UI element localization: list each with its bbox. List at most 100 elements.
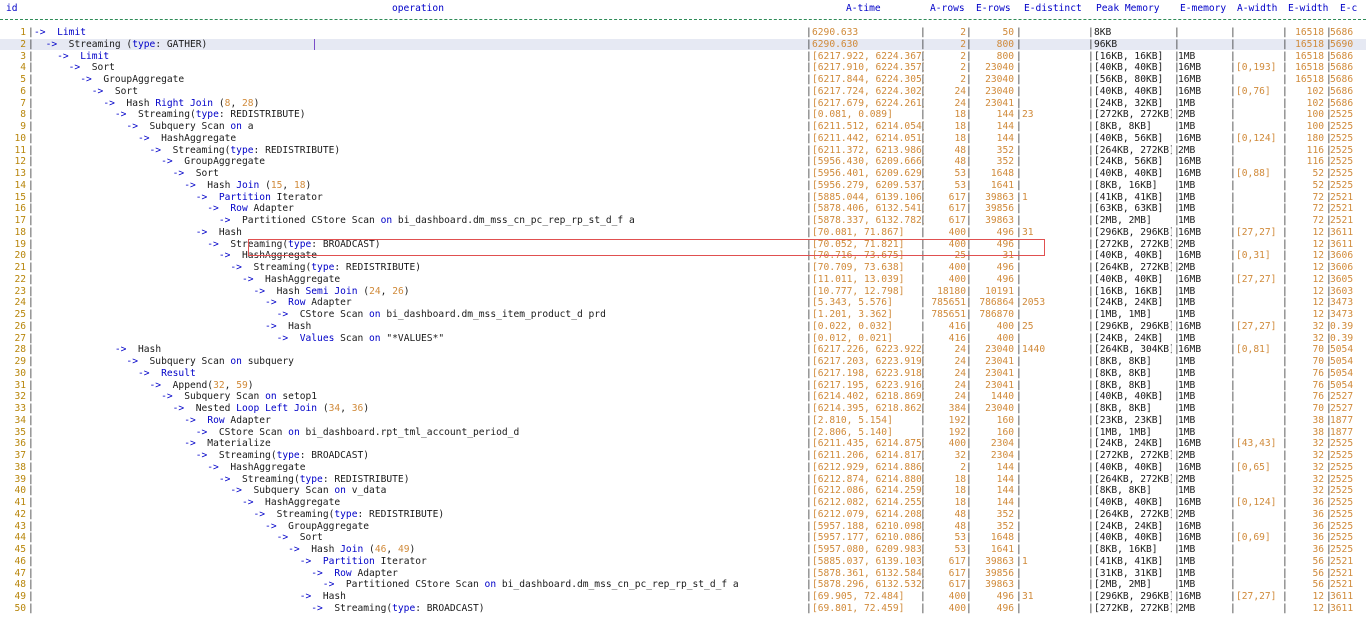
cell-a-time: [5956.430, 6209.666] (812, 156, 924, 168)
column-header-e-memory[interactable]: E-memory (1180, 3, 1232, 15)
cell-a-time: [0.081, 0.089] (812, 109, 893, 121)
column-separator: | (1326, 555, 1332, 567)
column-separator: | (1326, 591, 1332, 602)
table-row[interactable]: 22 -> HashAggregate [11.011, 13.039] 400 49… (0, 274, 1366, 286)
table-row[interactable]: 42 -> Streaming(type: REDISTRIBUTE) [6212… (0, 509, 1366, 521)
table-row[interactable]: 12 -> GroupAggregate [5956.430, 6209.666]… (0, 156, 1366, 168)
table-row[interactable]: 30 -> Result [6217.198, 6223.918] 24 23041 [… (0, 368, 1366, 380)
cell-operation: -> Append(32, 59) (149, 379, 254, 391)
table-row[interactable]: 18 -> Hash [70.081, 71.867] 400 496 31 [296KB… (0, 227, 1366, 239)
table-row[interactable]: 15 -> Partition Iterator [5885.044, 6139.… (0, 192, 1366, 204)
table-row[interactable]: 5 -> GroupAggregate [6217.844, 6224.305] 2… (0, 74, 1366, 86)
table-row[interactable]: 7 -> Hash Right Join (8, 28) [6217.679, 6… (0, 98, 1366, 110)
table-row[interactable]: 37 -> Streaming(type: BROADCAST) [6211.20… (0, 450, 1366, 462)
table-row[interactable]: 8 -> Streaming(type: REDISTRIBUTE) [0.081… (0, 109, 1366, 121)
table-row[interactable]: 23 -> Hash Semi Join (24, 26) [10.777, 12… (0, 286, 1366, 298)
table-row[interactable]: 10 -> HashAggregate [6211.442, 6214.051] 1… (0, 133, 1366, 145)
table-row[interactable]: 49 -> Hash [69.905, 72.484] 400 496 31 [296KB… (0, 591, 1366, 603)
column-header-e-width[interactable]: E-width (1288, 3, 1330, 15)
table-row[interactable]: 2 -> Streaming (type: GATHER) 6290.630 2 80… (0, 38, 1366, 51)
column-header-a-width[interactable]: A-width (1237, 3, 1283, 15)
cell-id: 37 (14, 450, 26, 461)
table-row[interactable]: 48 -> Partitioned CStore Scan on bi_dash… (0, 579, 1366, 591)
cell-peak-memory: [296KB, 296KB] (1094, 591, 1172, 602)
table-row[interactable]: 46 -> Partition Iterator [5885.037, 6139.… (0, 556, 1366, 568)
table-row[interactable]: 45 -> Hash Join (46, 49) [5957.080, 6209.… (0, 544, 1366, 556)
column-header-id[interactable]: id (6, 3, 30, 15)
column-header-e-distinct[interactable]: E-distinct (1024, 3, 1084, 15)
column-separator: | (920, 473, 926, 485)
table-row[interactable]: 43 -> GroupAggregate [5957.188, 6210.098]… (0, 521, 1366, 533)
cell-id: 27 (14, 332, 26, 344)
table-row[interactable]: 21 -> Streaming(type: REDISTRIBUTE) [70.7… (0, 262, 1366, 274)
table-row[interactable]: 11 -> Streaming(type: REDISTRIBUTE) [6211… (0, 145, 1366, 157)
column-separator: | (920, 62, 926, 74)
table-row[interactable]: 25 -> CStore Scan on bi_dashboard.dm_mss… (0, 309, 1366, 321)
table-row[interactable]: 16 -> Row Adapter [5878.406, 6132.541] 617… (0, 203, 1366, 215)
column-header-peak-memory[interactable]: Peak Memory (1096, 3, 1172, 15)
column-separator: | (1174, 379, 1180, 391)
table-row[interactable]: 36 -> Materialize [6211.435, 6214.875] 400… (0, 438, 1366, 450)
table-row[interactable]: 17 -> Partitioned CStore Scan on bi_dash… (0, 215, 1366, 227)
cell-operation: -> Sort (91, 85, 138, 97)
column-separator: | (920, 156, 926, 168)
table-row[interactable]: 28 -> Hash [6217.226, 6223.922] 24 23040 144… (0, 344, 1366, 356)
table-row[interactable]: 20 -> HashAggregate [70.716, 73.675] 25 31 [… (0, 250, 1366, 262)
cell-id: 42 (14, 508, 26, 520)
column-separator: | (1326, 532, 1332, 544)
table-row[interactable]: 34 -> Row Adapter [2.810, 5.154] 192 160 [23… (0, 415, 1366, 427)
column-separator: | (1016, 508, 1022, 520)
table-row[interactable]: 4 -> Sort [6217.910, 6224.357] 2 23040 [40KB… (0, 62, 1366, 74)
table-row[interactable]: 40 -> Subquery Scan on v_data [6212.086, … (0, 485, 1366, 497)
cell-e-distinct (1022, 286, 1088, 298)
table-row[interactable]: 35 -> CStore Scan on bi_dashboard.rpt_tm… (0, 427, 1366, 439)
column-separator: | (1088, 215, 1094, 226)
cell-a-time: [11.011, 13.039] (812, 273, 905, 285)
cell-a-time: [6217.198, 6223.918] (812, 367, 924, 379)
column-header-e-rows[interactable]: E-rows (976, 3, 1016, 15)
table-row[interactable]: 3 -> Limit [6217.922, 6224.367] 2 800 [16KB,… (0, 51, 1366, 63)
table-row[interactable]: 26 -> Hash [0.022, 0.032] 416 400 25 [296KB, … (0, 321, 1366, 333)
cell-e-rows: 1440 (990, 391, 1014, 403)
column-header-a-time[interactable]: A-time (846, 3, 906, 15)
cell-a-rows: 18180 (937, 285, 966, 297)
cell-a-width: [0,69] (1236, 532, 1271, 544)
column-separator: | (1174, 426, 1180, 438)
table-row[interactable]: 32 -> Subquery Scan on setop1 [6214.402, … (0, 391, 1366, 403)
table-row[interactable]: 39 -> Streaming(type: REDISTRIBUTE) [6212… (0, 474, 1366, 486)
cell-e-memory: 16MB (1178, 461, 1202, 473)
table-row[interactable]: 50 -> Streaming(type: BROADCAST) [69.801,… (0, 603, 1366, 615)
table-row[interactable]: 14 -> Hash Join (15, 18) [5956.279, 6209.… (0, 180, 1366, 192)
column-separator: | (1088, 62, 1094, 74)
cell-a-rows: 53 (954, 532, 966, 544)
table-row[interactable]: 9 -> Subquery Scan on a [6211.512, 6214.0… (0, 121, 1366, 133)
table-row[interactable]: 44 -> Sort [5957.177, 6210.086] 53 1648 [40K… (0, 532, 1366, 544)
cell-e-rows: 352 (996, 520, 1014, 532)
table-row[interactable]: 27 -> Values Scan on "*VALUES*" [0.012, 0… (0, 333, 1366, 345)
table-row[interactable]: 47 -> Row Adapter [5878.361, 6132.584] 617… (0, 568, 1366, 580)
cell-id: 17 (14, 215, 26, 226)
cell-e-rows: 352 (996, 508, 1014, 520)
table-row[interactable]: 33 -> Nested Loop Left Join (34, 36) [621… (0, 403, 1366, 415)
table-row[interactable]: 19 -> Streaming(type: BROADCAST) [70.052,… (0, 239, 1366, 251)
column-separator: | (1326, 414, 1332, 426)
table-row[interactable]: 13 -> Sort [5956.401, 6209.629] 53 1648 [40K… (0, 168, 1366, 180)
column-separator: | (1326, 520, 1332, 532)
column-separator: | (806, 520, 812, 532)
column-separator: | (1282, 403, 1288, 414)
table-row[interactable]: 31 -> Append(32, 59) [6217.195, 6223.916]… (0, 380, 1366, 392)
column-header-e-c[interactable]: E-c (1340, 3, 1366, 15)
cell-e-distinct (1022, 168, 1088, 180)
column-header-operation[interactable]: operation (392, 3, 452, 15)
cell-a-rows: 24 (954, 85, 966, 97)
table-row[interactable]: 29 -> Subquery Scan on subquery [6217.203… (0, 356, 1366, 368)
cell-e-memory: 1MB (1178, 97, 1196, 109)
table-row[interactable]: 41 -> HashAggregate [6212.082, 6214.255] 1… (0, 497, 1366, 509)
column-separator: | (920, 121, 926, 132)
table-row[interactable]: 1 -> Limit 6290.633 2 50 8KB 16518 5686 | | | | | | | |… (0, 27, 1366, 39)
table-row[interactable]: 24 -> Row Adapter [5.343, 5.576] 785651 786… (0, 297, 1366, 309)
table-row[interactable]: 38 -> HashAggregate [6212.929, 6214.886] 2… (0, 462, 1366, 474)
table-row[interactable]: 6 -> Sort [6217.724, 6224.302] 24 23040 [40K… (0, 86, 1366, 98)
column-header-a-rows[interactable]: A-rows (930, 3, 970, 15)
column-separator: | (1326, 156, 1332, 168)
